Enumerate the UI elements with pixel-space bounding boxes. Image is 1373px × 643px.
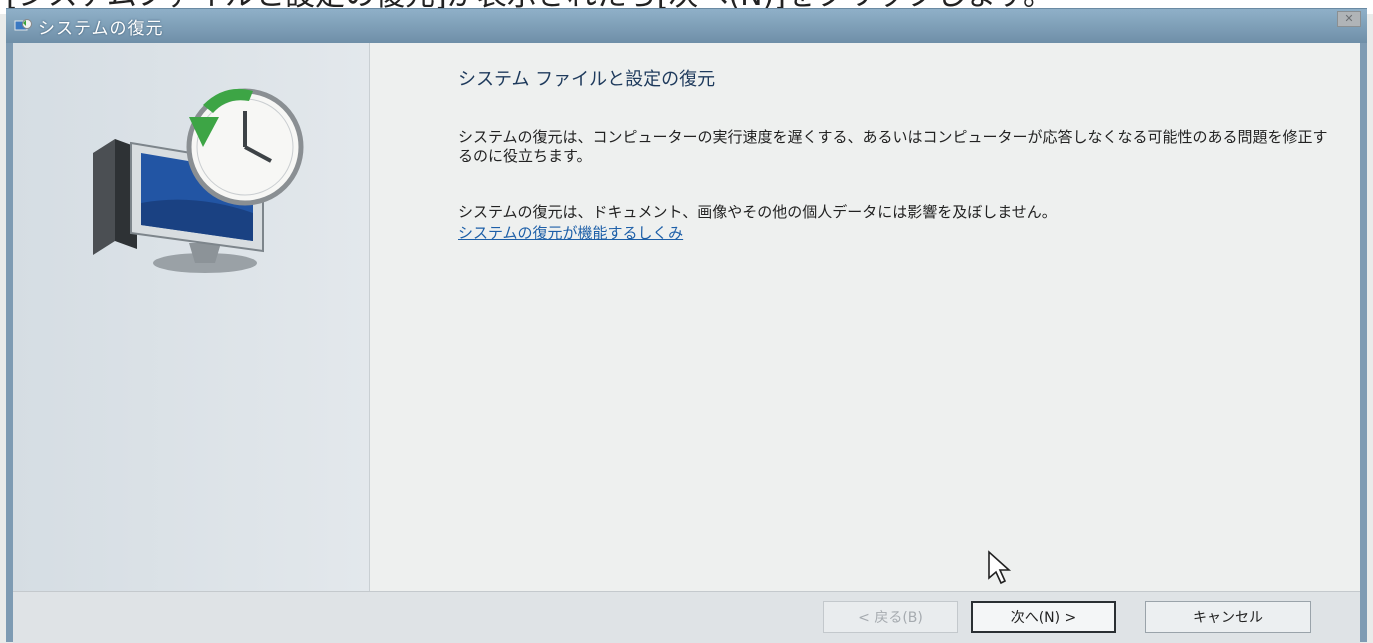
button-bar: < 戻る(B) 次へ(N) > キャンセル (13, 591, 1360, 643)
next-button[interactable]: 次へ(N) > (971, 601, 1116, 633)
window-title: システムの復元 (38, 19, 164, 39)
mouse-pointer-icon (988, 550, 1012, 585)
system-restore-clock-monitor-icon (93, 88, 304, 273)
content-pane: システム ファイルと設定の復元 システムの復元は、コンピューターの実行速度を遅く… (370, 43, 1360, 591)
page-title: システム ファイルと設定の復元 (458, 69, 716, 90)
back-button[interactable]: < 戻る(B) (823, 601, 958, 633)
close-button[interactable]: ✕ (1337, 11, 1361, 27)
system-restore-icon (14, 19, 32, 31)
description-paragraph-1: システムの復元は、コンピューターの実行速度を遅くする、あるいはコンピューターが応… (458, 128, 1328, 165)
how-restore-works-link[interactable]: システムの復元が機能するしくみ (458, 222, 683, 243)
left-illustration-pane (13, 43, 370, 591)
cancel-button[interactable]: キャンセル (1145, 601, 1311, 633)
title-bar: システムの復元 ✕ (6, 9, 1367, 43)
system-restore-window: システムの復元 ✕ システム ファイルと設定の復元 システムの復元は、コンピュー… (6, 8, 1367, 643)
description-paragraph-2: システムの復元は、ドキュメント、画像やその他の個人データには影響を及ぼしません。 (458, 203, 1057, 221)
